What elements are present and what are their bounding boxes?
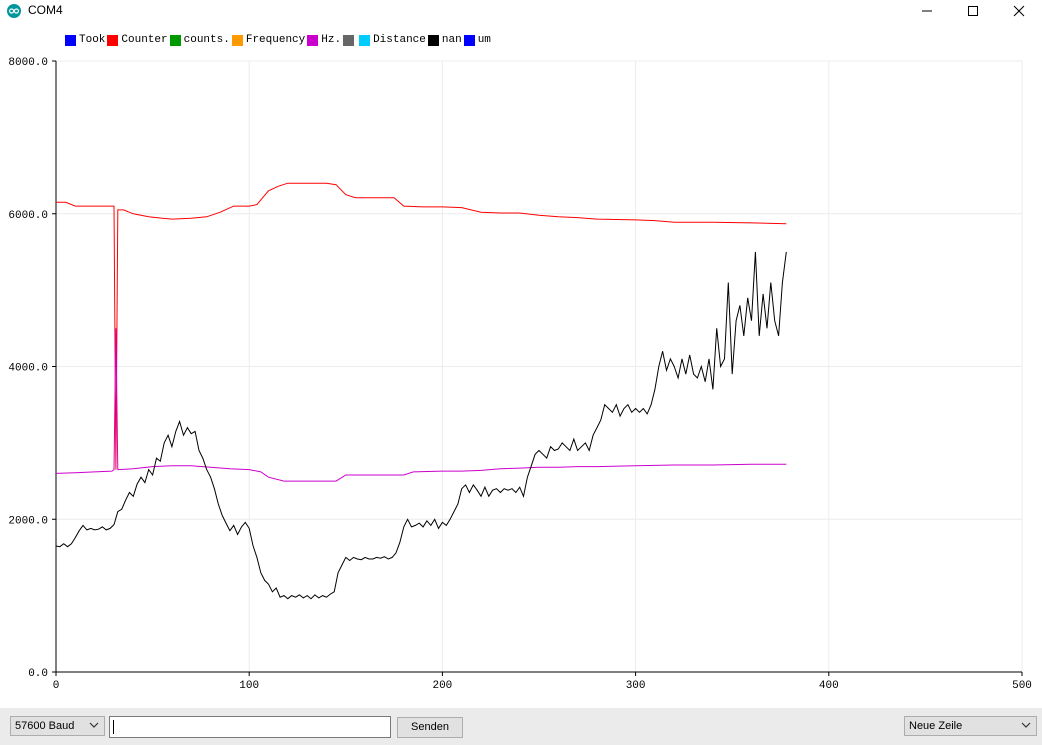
series-line-nan [55,251,787,600]
y-tick-label: 2000.0 [8,515,48,527]
baud-rate-value: 57600 Baud [15,720,75,732]
x-tick-label: 400 [819,680,839,692]
line-ending-select[interactable]: Neue Zeile [904,716,1037,736]
y-tick-label: 6000.0 [8,210,48,222]
send-button[interactable]: Senden [397,717,463,738]
x-tick-label: 300 [626,680,646,692]
serial-plot: 0.0 2000.0 4000.0 6000.0 8000.0 0 100 200 300 400… [8,57,1032,692]
x-tick-label: 500 [1012,680,1032,692]
series-line-counter [56,182,787,470]
baud-rate-select[interactable]: 57600 Baud [10,716,105,736]
chevron-down-icon [1021,722,1031,728]
chevron-down-icon [89,722,99,728]
send-text-input[interactable] [109,716,391,738]
x-tick-label: 100 [239,680,259,692]
y-tick-label: 4000.0 [8,363,48,375]
y-tick-label: 0.0 [28,668,48,680]
bottom-toolbar: 57600 Baud Senden Neue Zeile [0,708,1042,745]
x-tick-label: 200 [432,680,452,692]
line-ending-value: Neue Zeile [909,720,963,732]
x-tick-label: 0 [53,680,60,692]
y-tick-label: 8000.0 [8,57,48,69]
text-caret [113,720,114,734]
series-line-hz [55,328,787,482]
